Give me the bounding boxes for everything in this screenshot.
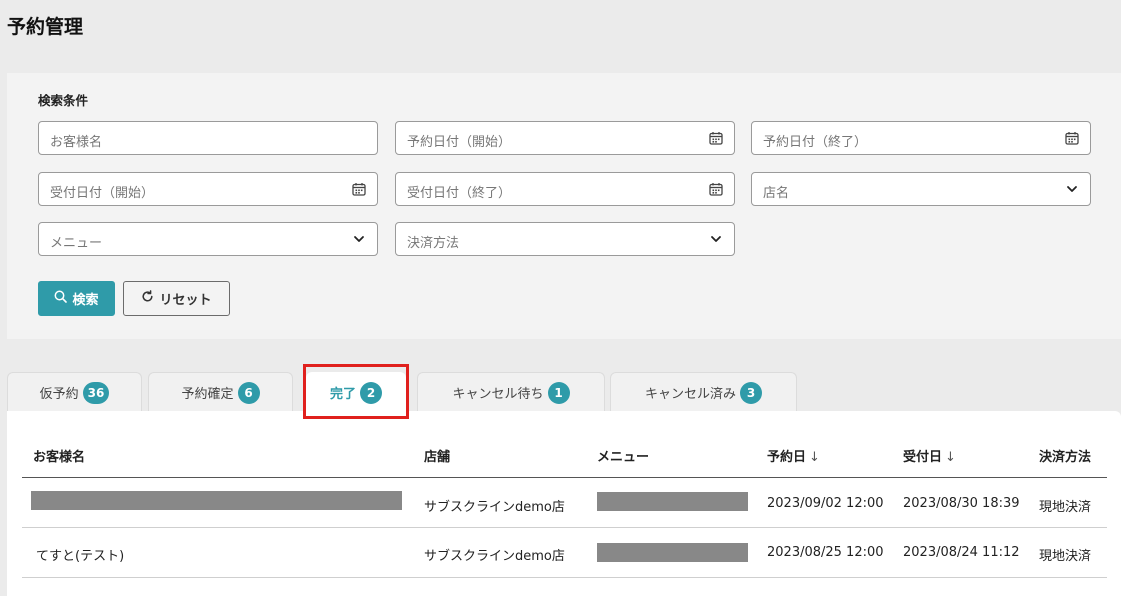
- received-date-start-input[interactable]: 受付日付（開始）: [38, 172, 378, 206]
- count-badge: 3: [740, 381, 762, 404]
- reservation-date-start-input[interactable]: 予約日付（開始）: [395, 121, 735, 155]
- count-badge: 6: [237, 381, 260, 404]
- payment-method-placeholder: 決済方法: [407, 236, 460, 251]
- tab-completed[interactable]: 完了 2: [306, 372, 406, 412]
- refresh-icon: [141, 290, 154, 307]
- menu-select[interactable]: メニュー: [38, 222, 378, 256]
- header-divider: [22, 477, 1107, 478]
- column-header-payment: 決済方法: [1039, 450, 1092, 465]
- column-header-reservation-date[interactable]: 予約日 ↓: [767, 446, 820, 465]
- page-title: 予約管理: [7, 16, 84, 38]
- column-header-label: 受付日: [903, 450, 943, 465]
- reservation-table: お客様名 店舗 メニュー 予約日 ↓ 受付日 ↓ 決済方法 サブスクラインdemo店…: [7, 411, 1121, 596]
- customer-name-input[interactable]: お客様名: [38, 121, 378, 155]
- search-heading: 検索条件: [38, 93, 89, 108]
- received-date-end-placeholder: 受付日付（終了）: [407, 186, 512, 201]
- cell-reservation-date: 2023/09/02 12:00: [767, 496, 884, 511]
- search-icon: [54, 290, 68, 307]
- redacted-menu: [597, 492, 748, 511]
- chevron-down-icon: [352, 232, 366, 246]
- row-divider: [22, 577, 1107, 578]
- cell-store: サブスクラインdemo店: [424, 549, 565, 564]
- count-badge: 2: [360, 381, 382, 404]
- tab-cancelled[interactable]: キャンセル済み 3: [610, 372, 797, 412]
- reservation-date-end-input[interactable]: 予約日付（終了）: [751, 121, 1091, 155]
- calendar-icon[interactable]: [1065, 131, 1079, 145]
- cell-customer: てすと(テスト): [36, 549, 125, 564]
- tab-waitlist[interactable]: キャンセル待ち 1: [417, 372, 605, 412]
- tab-label: キャンセル済み: [644, 387, 736, 402]
- cell-payment: 現地決済: [1039, 500, 1092, 515]
- tab-label: 予約確定: [181, 387, 234, 402]
- search-panel: 検索条件 お客様名 予約日付（開始） 予約日付（終了） 受付日付（開始） 受付日…: [7, 73, 1121, 339]
- calendar-icon[interactable]: [709, 182, 723, 196]
- calendar-icon[interactable]: [352, 182, 366, 196]
- cell-received-date: 2023/08/30 18:39: [903, 496, 1020, 511]
- cell-payment: 現地決済: [1039, 549, 1092, 564]
- search-button-label: 検索: [72, 293, 99, 308]
- sort-arrow-icon: ↓: [809, 450, 820, 465]
- menu-placeholder: メニュー: [50, 236, 103, 251]
- reservation-date-end-placeholder: 予約日付（終了）: [763, 135, 868, 150]
- cell-store: サブスクラインdemo店: [424, 500, 565, 515]
- payment-method-select[interactable]: 決済方法: [395, 222, 735, 256]
- column-header-store: 店舗: [424, 450, 451, 465]
- customer-name-placeholder: お客様名: [50, 135, 103, 150]
- redacted-customer-name: [31, 491, 402, 510]
- row-divider: [22, 527, 1107, 528]
- column-header-customer: お客様名: [33, 450, 86, 465]
- cell-reservation-date: 2023/08/25 12:00: [767, 545, 884, 560]
- count-badge: 1: [547, 381, 570, 404]
- reservation-date-start-placeholder: 予約日付（開始）: [407, 135, 512, 150]
- count-badge: 36: [82, 381, 110, 404]
- store-placeholder: 店名: [763, 186, 790, 201]
- chevron-down-icon: [709, 232, 723, 246]
- tab-label: 完了: [329, 387, 356, 402]
- calendar-icon[interactable]: [709, 131, 723, 145]
- tab-label: キャンセル待ち: [452, 387, 544, 402]
- reset-button[interactable]: リセット: [123, 281, 230, 316]
- received-date-start-placeholder: 受付日付（開始）: [50, 186, 155, 201]
- column-header-label: 予約日: [767, 450, 807, 465]
- sort-arrow-icon: ↓: [945, 450, 956, 465]
- chevron-down-icon: [1065, 182, 1079, 196]
- tab-label: 仮予約: [39, 387, 79, 402]
- store-select[interactable]: 店名: [751, 172, 1091, 206]
- reset-button-label: リセット: [159, 293, 212, 308]
- tab-provisional[interactable]: 仮予約 36: [7, 372, 142, 412]
- search-button[interactable]: 検索: [38, 281, 115, 316]
- cell-received-date: 2023/08/24 11:12: [903, 545, 1020, 560]
- redacted-menu: [597, 543, 748, 562]
- column-header-menu: メニュー: [597, 450, 650, 465]
- received-date-end-input[interactable]: 受付日付（終了）: [395, 172, 735, 206]
- column-header-received-date[interactable]: 受付日 ↓: [903, 446, 956, 465]
- tab-confirmed[interactable]: 予約確定 6: [148, 372, 293, 412]
